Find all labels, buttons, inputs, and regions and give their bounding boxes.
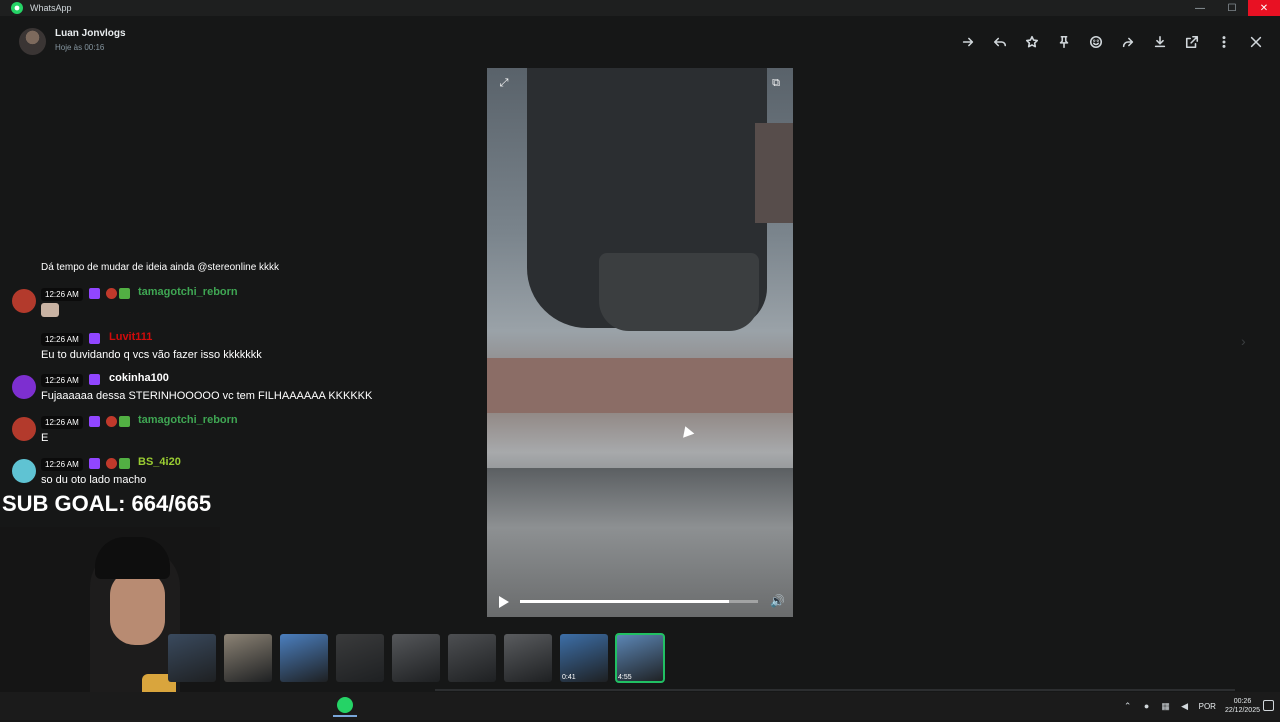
chat-avatar	[12, 375, 36, 399]
chevron-up-icon[interactable]: ⌃	[1123, 701, 1133, 711]
avatar[interactable]	[19, 28, 46, 55]
media-thumbnail[interactable]	[168, 634, 216, 682]
clock-time: 00:26	[1233, 698, 1252, 705]
stream-chat-overlay: Dá tempo de mudar de ideia ainda @stereo…	[0, 258, 440, 490]
microphone-icon[interactable]: ●	[1142, 701, 1152, 711]
subscriber-badge-icon	[89, 416, 100, 427]
more-icon[interactable]	[1213, 32, 1235, 52]
reply-icon[interactable]	[989, 32, 1011, 52]
forward-icon[interactable]	[957, 32, 979, 52]
notification-icon[interactable]	[1263, 700, 1274, 711]
minimize-button[interactable]: —	[1184, 0, 1216, 16]
taskbar: ⌃ ● ▦ ◀ POR 00:26 22/12/2025	[0, 692, 1280, 720]
chat-message-cut: Dá tempo de mudar de ideia ainda @stereo…	[41, 262, 280, 272]
speaker-icon[interactable]: ◀	[1180, 701, 1190, 711]
star-icon[interactable]	[1021, 32, 1043, 52]
whatsapp-logo-icon	[337, 697, 353, 713]
subscriber-badge-icon	[89, 333, 100, 344]
volume-icon[interactable]: 🔊	[770, 594, 785, 608]
close-icon[interactable]	[1245, 32, 1267, 52]
chat-avatar	[12, 459, 36, 483]
sub-goal-text: SUB GOAL: 664/665	[2, 491, 212, 516]
emote-badge-icon	[106, 288, 117, 299]
play-icon[interactable]	[499, 596, 509, 608]
chat-message: 12:26 AM tamagotchi_reborn	[0, 286, 440, 326]
chat-avatar	[12, 417, 36, 441]
media-thumbnail[interactable]	[448, 634, 496, 682]
chat-message: 12:26 AM tamagotchi_reborn E	[0, 414, 440, 454]
chat-username[interactable]: tamagotchi_reborn	[138, 286, 238, 298]
sender-name: Luan Jonvlogs	[55, 28, 126, 39]
picture-in-picture-icon[interactable]: ⧉	[769, 76, 783, 90]
media-thumbnail-strip: 0:41 4:55	[168, 633, 668, 683]
chat-text: Fujaaaaaa dessa STERINHOOOOO vc tem FILH…	[41, 390, 373, 402]
gift-badge-icon	[119, 288, 130, 299]
video-controls: 🔊	[487, 588, 793, 616]
gift-badge-icon	[119, 416, 130, 427]
download-icon[interactable]	[1149, 32, 1171, 52]
chat-timestamp: 12:26 AM	[41, 333, 83, 346]
share-icon[interactable]	[1117, 32, 1139, 52]
chat-timestamp: 12:26 AM	[41, 288, 83, 301]
chat-text: E	[41, 432, 49, 444]
video-frame-camera-housing	[599, 253, 759, 331]
clock-date: 22/12/2025	[1224, 707, 1260, 714]
title-bar: WhatsApp — ☐ ✕	[0, 0, 1280, 16]
taskbar-whatsapp[interactable]	[333, 695, 357, 717]
webcam-cap	[95, 537, 170, 579]
media-thumbnail[interactable]	[224, 634, 272, 682]
chat-message: 12:26 AM Luvit111 Eu to duvidando q vcs vã…	[0, 331, 440, 371]
video-frame-screen	[755, 123, 793, 223]
next-media-icon[interactable]: ›	[1241, 333, 1246, 349]
chat-message: 12:26 AM cokinha100 Fujaaaaaa dessa STERIN…	[0, 372, 440, 412]
emote-badge-icon	[106, 416, 117, 427]
media-viewer-header: Luan Jonvlogs Hoje às 00:16	[0, 16, 1280, 68]
network-icon[interactable]: ▦	[1161, 701, 1171, 711]
subscriber-badge-icon	[89, 458, 100, 469]
close-window-button[interactable]: ✕	[1248, 0, 1280, 16]
emote-badge-icon	[106, 458, 117, 469]
thumbnail-scrollbar[interactable]	[435, 689, 1235, 691]
gift-badge-icon	[119, 458, 130, 469]
chat-username[interactable]: BS_4i20	[138, 456, 181, 468]
media-thumbnail[interactable]: 0:41	[560, 634, 608, 682]
chat-timestamp: 12:26 AM	[41, 416, 83, 429]
media-thumbnail[interactable]: 4:55	[615, 633, 665, 683]
thumbnail-duration: 0:41	[562, 674, 576, 681]
seek-bar[interactable]	[520, 600, 758, 603]
chat-username[interactable]: tamagotchi_reborn	[138, 414, 238, 426]
maximize-button[interactable]: ☐	[1216, 0, 1248, 16]
chat-timestamp: 12:26 AM	[41, 458, 83, 471]
thumbnail-duration: 4:55	[618, 674, 632, 681]
chat-avatar	[12, 289, 36, 313]
emoji-icon[interactable]	[1085, 32, 1107, 52]
system-tray: ⌃ ● ▦ ◀ POR 00:26 22/12/2025	[1123, 692, 1260, 720]
seek-bar-progress	[520, 600, 730, 603]
media-thumbnail[interactable]	[336, 634, 384, 682]
pin-icon[interactable]	[1053, 32, 1075, 52]
open-external-icon[interactable]	[1181, 32, 1203, 52]
chat-text: so du oto lado macho	[41, 474, 147, 486]
chat-message: 12:26 AM BS_4i20so du oto lado macho	[0, 456, 440, 496]
media-thumbnail[interactable]	[392, 634, 440, 682]
sender-time: Hoje às 00:16	[55, 43, 105, 52]
chat-username[interactable]: Luvit111	[109, 331, 152, 343]
language-indicator[interactable]: POR	[1199, 702, 1216, 711]
media-thumbnail[interactable]	[504, 634, 552, 682]
media-thumbnail[interactable]	[280, 634, 328, 682]
video-player[interactable]: ⤢ ⧉ 🔊	[487, 68, 793, 617]
chat-text: Eu to duvidando q vcs vão fazer isso kkk…	[41, 349, 262, 361]
whatsapp-logo-icon	[11, 2, 23, 14]
fullscreen-icon[interactable]: ⤢	[497, 76, 511, 90]
chat-emote-icon	[41, 303, 59, 317]
subscriber-badge-icon	[89, 374, 100, 385]
subscriber-badge-icon	[89, 288, 100, 299]
video-frame-building	[487, 358, 793, 413]
app-title: WhatsApp	[30, 3, 72, 13]
chat-timestamp: 12:26 AM	[41, 374, 83, 387]
clock[interactable]: 00:26 22/12/2025	[1225, 697, 1260, 715]
webcam-face	[110, 570, 165, 645]
viewer-toolbar	[957, 32, 1267, 52]
chat-username[interactable]: cokinha100	[109, 372, 169, 384]
